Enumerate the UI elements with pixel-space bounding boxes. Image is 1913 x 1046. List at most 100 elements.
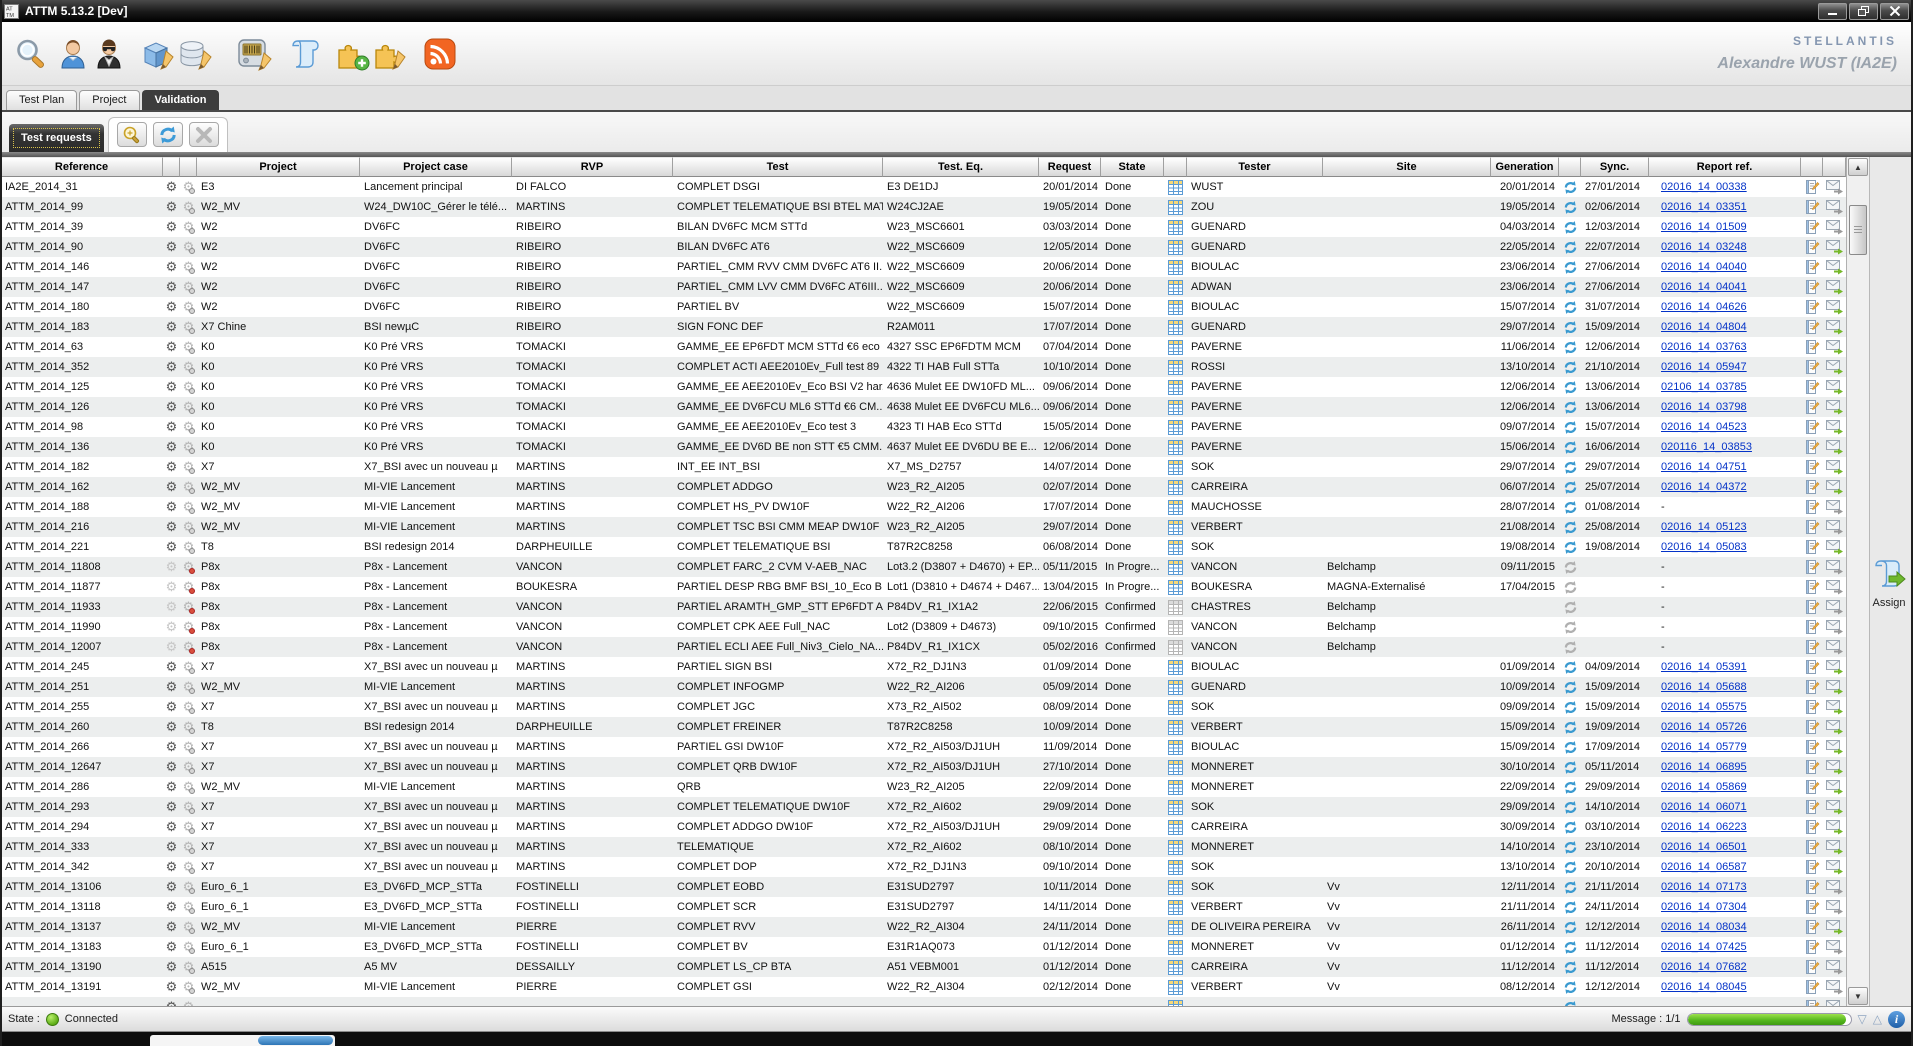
- test-grid-icon[interactable]: [1164, 317, 1187, 337]
- report-link[interactable]: 02016_14_07682: [1661, 961, 1747, 973]
- column-header-test-eq[interactable]: Test. Eq.: [883, 157, 1039, 177]
- send-report-icon[interactable]: [1823, 797, 1846, 817]
- rss-feed-icon[interactable]: [424, 38, 456, 70]
- sync-icon[interactable]: [1559, 677, 1581, 697]
- sync-icon[interactable]: [1559, 817, 1581, 837]
- column-header[interactable]: [1164, 157, 1187, 177]
- gear-lock-icon[interactable]: ⚙: [180, 237, 197, 257]
- gear-icon[interactable]: ⚙: [163, 677, 180, 697]
- gear-lock-icon[interactable]: ⚙: [180, 217, 197, 237]
- table-row[interactable]: ATTM_2014_146 ⚙ ⚙ W2 DV6FC RIBEIRO PARTI…: [1, 257, 1846, 277]
- sync-icon[interactable]: [1559, 317, 1581, 337]
- gear-icon[interactable]: ⚙: [163, 317, 180, 337]
- send-report-icon[interactable]: [1823, 957, 1846, 977]
- table-row[interactable]: ATTM_2014_183 ⚙ ⚙ X7 Chine BSI newµC RIB…: [1, 317, 1846, 337]
- gear-lock-icon[interactable]: ⚙: [180, 197, 197, 217]
- report-link[interactable]: 02016_14_07304: [1661, 901, 1747, 913]
- report-edit-icon[interactable]: [1801, 857, 1823, 877]
- gear-icon[interactable]: ⚙: [163, 517, 180, 537]
- report-link[interactable]: 02016_14_05083: [1661, 541, 1747, 553]
- gear-lock-icon[interactable]: ⚙: [180, 677, 197, 697]
- sync-icon[interactable]: [1559, 297, 1581, 317]
- sync-icon[interactable]: [1559, 757, 1581, 777]
- column-header-rvp[interactable]: RVP: [512, 157, 673, 177]
- send-report-icon[interactable]: [1823, 877, 1846, 897]
- gear-icon[interactable]: ⚙: [163, 837, 180, 857]
- tab-test-requests[interactable]: Test requests: [9, 124, 104, 152]
- column-header-report-ref[interactable]: Report ref.: [1649, 157, 1801, 177]
- send-report-icon[interactable]: [1823, 517, 1846, 537]
- script-icon[interactable]: [290, 37, 320, 71]
- gear-icon[interactable]: ⚙: [163, 377, 180, 397]
- plugin-add-icon[interactable]: [334, 37, 370, 71]
- sync-icon[interactable]: [1559, 597, 1581, 617]
- gear-lock-icon[interactable]: ⚙: [180, 837, 197, 857]
- report-edit-icon[interactable]: [1801, 277, 1823, 297]
- sync-icon[interactable]: [1559, 217, 1581, 237]
- report-edit-icon[interactable]: [1801, 377, 1823, 397]
- user-blue-icon[interactable]: [58, 38, 88, 70]
- sync-icon[interactable]: [1559, 197, 1581, 217]
- gear-icon[interactable]: ⚙: [163, 197, 180, 217]
- send-report-icon[interactable]: [1823, 277, 1846, 297]
- table-row[interactable]: ATTM_2014_251 ⚙ ⚙ W2_MV MI-VIE Lancement…: [1, 677, 1846, 697]
- taskbar-item[interactable]: [150, 1035, 335, 1046]
- gear-icon[interactable]: ⚙: [163, 697, 180, 717]
- user-admin-icon[interactable]: [94, 38, 124, 70]
- report-link[interactable]: 02016_14_05688: [1661, 681, 1747, 693]
- send-report-icon[interactable]: [1823, 557, 1846, 577]
- report-link[interactable]: 02016_14_07425: [1661, 941, 1747, 953]
- test-grid-icon[interactable]: [1164, 517, 1187, 537]
- report-link[interactable]: 02016_14_04372: [1661, 481, 1747, 493]
- gear-icon[interactable]: ⚙: [163, 997, 180, 1006]
- table-row[interactable]: ATTM_2014_12007 ⚙ ⚙ P8x P8x - Lancement …: [1, 637, 1846, 657]
- send-report-icon[interactable]: [1823, 437, 1846, 457]
- test-grid-icon[interactable]: [1164, 477, 1187, 497]
- sync-icon[interactable]: [1559, 537, 1581, 557]
- report-edit-icon[interactable]: [1801, 257, 1823, 277]
- report-edit-icon[interactable]: [1801, 657, 1823, 677]
- table-row[interactable]: ATTM_2014_39 ⚙ ⚙ W2 DV6FC RIBEIRO BILAN …: [1, 217, 1846, 237]
- table-row[interactable]: ATTM_2014_260 ⚙ ⚙ T8 BSI redesign 2014 D…: [1, 717, 1846, 737]
- test-grid-icon[interactable]: [1164, 817, 1187, 837]
- send-report-icon[interactable]: [1823, 237, 1846, 257]
- sync-icon[interactable]: [1559, 917, 1581, 937]
- sync-icon[interactable]: [1559, 557, 1581, 577]
- sync-icon[interactable]: [1559, 417, 1581, 437]
- gear-lock-icon[interactable]: ⚙: [180, 797, 197, 817]
- report-edit-icon[interactable]: [1801, 757, 1823, 777]
- send-report-icon[interactable]: [1823, 417, 1846, 437]
- report-edit-icon[interactable]: [1801, 517, 1823, 537]
- gear-icon[interactable]: ⚙: [163, 957, 180, 977]
- test-grid-icon[interactable]: [1164, 737, 1187, 757]
- gear-lock-icon[interactable]: ⚙: [180, 317, 197, 337]
- report-edit-icon[interactable]: [1801, 197, 1823, 217]
- gear-lock-icon[interactable]: ⚙: [180, 637, 197, 657]
- gear-icon[interactable]: ⚙: [163, 297, 180, 317]
- column-header-reference[interactable]: Reference: [1, 157, 163, 177]
- report-edit-icon[interactable]: [1801, 797, 1823, 817]
- gear-icon[interactable]: ⚙: [163, 617, 180, 637]
- test-grid-icon[interactable]: [1164, 297, 1187, 317]
- sync-icon[interactable]: [1559, 257, 1581, 277]
- zoom-button[interactable]: [117, 122, 147, 147]
- report-edit-icon[interactable]: [1801, 577, 1823, 597]
- gear-icon[interactable]: ⚙: [163, 437, 180, 457]
- send-report-icon[interactable]: [1823, 377, 1846, 397]
- table-row[interactable]: ATTM_2014_13106 ⚙ ⚙ Euro_6_1 E3_DV6FD_MC…: [1, 877, 1846, 897]
- sync-icon[interactable]: [1559, 477, 1581, 497]
- report-link[interactable]: 02106_14_03785: [1661, 381, 1747, 393]
- column-header-site[interactable]: Site: [1323, 157, 1491, 177]
- gear-icon[interactable]: ⚙: [163, 877, 180, 897]
- test-grid-icon[interactable]: [1164, 917, 1187, 937]
- gear-lock-icon[interactable]: ⚙: [180, 417, 197, 437]
- send-report-icon[interactable]: [1823, 817, 1846, 837]
- table-row[interactable]: ATTM_2014_216 ⚙ ⚙ W2_MV MI-VIE Lancement…: [1, 517, 1846, 537]
- table-row[interactable]: ATTM_2014_11877 ⚙ ⚙ P8x P8x - Lancement …: [1, 577, 1846, 597]
- table-row[interactable]: ATTM_2014_333 ⚙ ⚙ X7 X7_BSI avec un nouv…: [1, 837, 1846, 857]
- sync-icon[interactable]: [1559, 857, 1581, 877]
- report-edit-icon[interactable]: [1801, 557, 1823, 577]
- gear-lock-icon[interactable]: ⚙: [180, 517, 197, 537]
- gear-lock-icon[interactable]: ⚙: [180, 817, 197, 837]
- report-link[interactable]: 02016_14_03248: [1661, 241, 1747, 253]
